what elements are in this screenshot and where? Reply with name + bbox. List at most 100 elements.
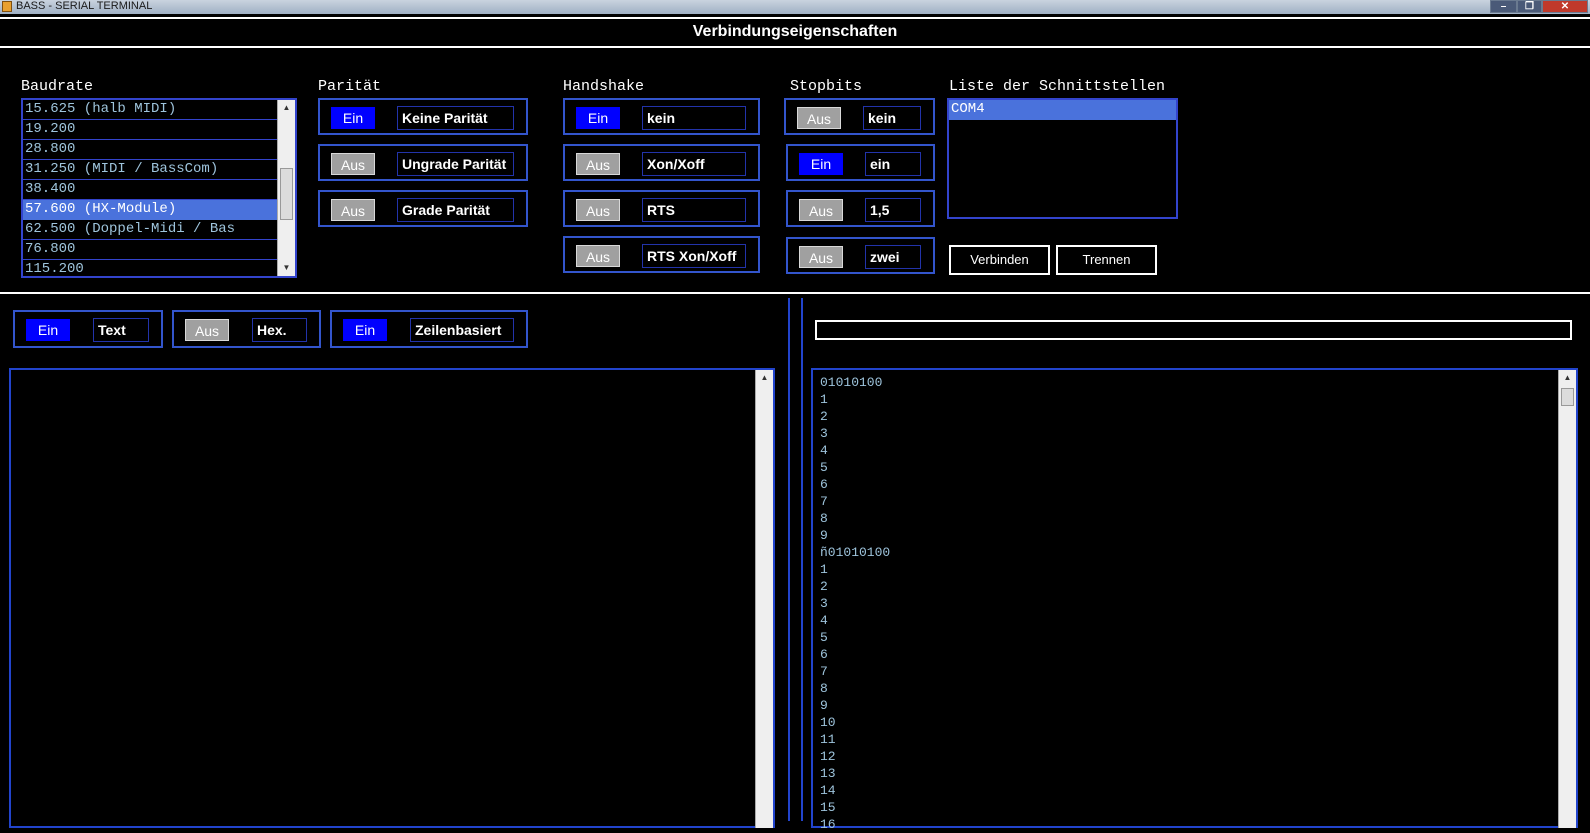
scroll-up-icon[interactable]: ▲	[278, 100, 295, 116]
paritaet-even-toggle[interactable]: Aus	[331, 199, 375, 221]
baudrate-item[interactable]: 38.400	[23, 180, 277, 200]
window-title: BASS - SERIAL TERMINAL	[16, 0, 153, 12]
baudrate-item[interactable]: 31.250 (MIDI / BassCom)	[23, 160, 277, 180]
handshake-option-xon: Aus Xon/Xoff	[563, 144, 760, 181]
rx-line: 9	[820, 698, 828, 713]
maximize-button[interactable]: ❐	[1517, 0, 1542, 13]
stopbits-option-none: Aus kein	[784, 98, 935, 135]
handshake-xon-label: Xon/Xoff	[642, 152, 746, 176]
rx-line: 7	[820, 494, 828, 509]
app-icon	[2, 1, 12, 12]
scroll-up-icon[interactable]: ▲	[756, 370, 773, 386]
rx-line: 8	[820, 511, 828, 526]
paritaet-none-toggle[interactable]: Ein	[331, 107, 375, 129]
handshake-rts-xon-toggle[interactable]: Aus	[576, 245, 620, 267]
send-scrollbar[interactable]: ▲	[755, 370, 773, 828]
divider-title	[0, 46, 1590, 48]
paritaet-odd-label: Ungrade Parität	[397, 152, 514, 176]
send-mode-text: Ein Text	[13, 310, 163, 348]
send-line-label: Zeilenbasiert	[410, 318, 514, 342]
command-input[interactable]	[815, 320, 1572, 340]
rx-line: 1	[820, 392, 828, 407]
handshake-xon-toggle[interactable]: Aus	[576, 153, 620, 175]
baudrate-item[interactable]: 19.200	[23, 120, 277, 140]
rx-line: 12	[820, 749, 836, 764]
section-title: Verbindungseigenschaften	[692, 23, 898, 40]
stopbits-none-label: kein	[863, 106, 921, 130]
stopbits-one-toggle[interactable]: Ein	[799, 153, 843, 175]
handshake-label: Handshake	[563, 78, 645, 95]
send-text-toggle[interactable]: Ein	[26, 319, 70, 341]
rx-line: 11	[820, 732, 836, 747]
rx-line: 4	[820, 613, 828, 628]
paritaet-option-odd: Aus Ungrade Parität	[318, 144, 528, 181]
rx-line: 3	[820, 426, 828, 441]
paritaet-none-label: Keine Parität	[397, 106, 514, 130]
stopbits-option-onehalf: Aus 1,5	[786, 190, 935, 227]
connect-button[interactable]: Verbinden	[949, 245, 1050, 275]
baudrate-item-selected[interactable]: 57.600 (HX-Module)	[23, 200, 277, 220]
scroll-up-icon[interactable]: ▲	[1559, 370, 1576, 386]
stopbits-onehalf-label: 1,5	[865, 198, 921, 222]
window-titlebar	[0, 0, 1590, 14]
paritaet-option-even: Aus Grade Parität	[318, 190, 528, 227]
baudrate-item[interactable]: 76.800	[23, 240, 277, 260]
rx-line: 16	[820, 817, 836, 832]
scroll-thumb[interactable]	[280, 168, 293, 220]
handshake-option-rts-xon: Aus RTS Xon/Xoff	[563, 236, 760, 273]
rx-line: 3	[820, 596, 828, 611]
divider-right-panel	[801, 298, 803, 821]
receive-scrollbar[interactable]: ▲	[1558, 370, 1576, 828]
baudrate-item[interactable]: 115.200	[23, 260, 277, 276]
rx-line: 6	[820, 477, 828, 492]
stopbits-two-label: zwei	[865, 245, 921, 269]
disconnect-button[interactable]: Trennen	[1056, 245, 1157, 275]
rx-line: 7	[820, 664, 828, 679]
rx-line: 4	[820, 443, 828, 458]
stopbits-one-label: ein	[865, 152, 921, 176]
send-mode-line: Ein Zeilenbasiert	[330, 310, 528, 348]
rx-line: 5	[820, 460, 828, 475]
close-button[interactable]: ✕	[1542, 0, 1588, 13]
send-textarea[interactable]: ▲	[9, 368, 775, 828]
stopbits-option-two: Aus zwei	[786, 237, 935, 274]
paritaet-option-none: Ein Keine Parität	[318, 98, 528, 135]
rx-line: 2	[820, 579, 828, 594]
baudrate-scrollbar[interactable]: ▲ ▼	[277, 100, 295, 276]
handshake-rts-label: RTS	[642, 198, 746, 222]
rx-line: 1	[820, 562, 828, 577]
divider-top	[0, 17, 1590, 19]
scroll-down-icon[interactable]: ▼	[278, 260, 295, 276]
baudrate-list[interactable]: 15.625 (halb MIDI) 19.200 28.800 31.250 …	[21, 98, 297, 278]
baudrate-item[interactable]: 15.625 (halb MIDI)	[23, 100, 277, 120]
scroll-thumb[interactable]	[1561, 388, 1574, 406]
receive-textarea[interactable]: 01010100 1 2 3 4 5 6 7 8 9 ñ01010100 1 2…	[811, 368, 1578, 832]
ports-list[interactable]: COM4	[947, 98, 1178, 219]
minimize-button[interactable]: –	[1490, 0, 1517, 13]
send-line-toggle[interactable]: Ein	[343, 319, 387, 341]
baudrate-item[interactable]: 28.800	[23, 140, 277, 160]
rx-line: 8	[820, 681, 828, 696]
divider-left-panel	[788, 298, 790, 821]
paritaet-even-label: Grade Parität	[397, 198, 514, 222]
stopbits-none-toggle[interactable]: Aus	[797, 107, 841, 129]
paritaet-label: Parität	[318, 78, 382, 95]
handshake-option-rts: Aus RTS	[563, 190, 760, 227]
send-mode-hex: Aus Hex.	[172, 310, 321, 348]
ports-label: Liste der Schnittstellen	[949, 78, 1166, 95]
port-item-selected[interactable]: COM4	[949, 100, 1176, 120]
handshake-option-none: Ein kein	[563, 98, 760, 135]
stopbits-two-toggle[interactable]: Aus	[799, 246, 843, 268]
handshake-none-toggle[interactable]: Ein	[576, 107, 620, 129]
paritaet-odd-toggle[interactable]: Aus	[331, 153, 375, 175]
rx-line: 10	[820, 715, 836, 730]
rx-line: 14	[820, 783, 836, 798]
baudrate-item[interactable]: 62.500 (Doppel-Midi / Bas	[23, 220, 277, 240]
rx-line: 15	[820, 800, 836, 815]
stopbits-onehalf-toggle[interactable]: Aus	[799, 199, 843, 221]
send-hex-toggle[interactable]: Aus	[185, 319, 229, 341]
receive-lines: 01010100 1 2 3 4 5 6 7 8 9 ñ01010100 1 2…	[820, 374, 890, 833]
baudrate-label: Baudrate	[21, 78, 94, 95]
handshake-rts-toggle[interactable]: Aus	[576, 199, 620, 221]
rx-line: 6	[820, 647, 828, 662]
